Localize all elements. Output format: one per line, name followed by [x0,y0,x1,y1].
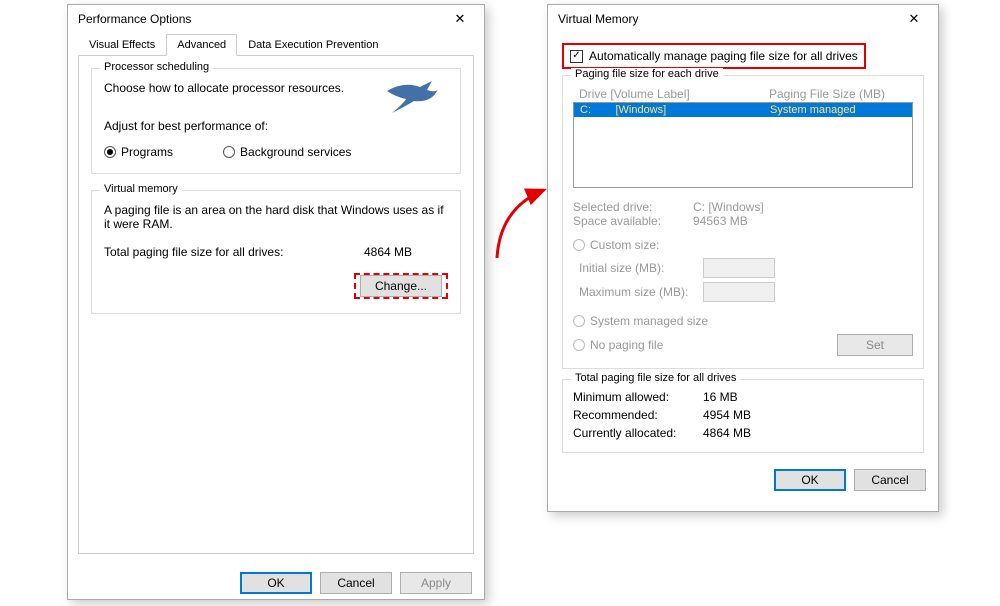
drive-row[interactable]: C: [Windows] System managed [574,103,912,117]
recommended-value: 4954 MB [703,408,751,422]
tab-advanced[interactable]: Advanced [166,34,237,56]
titlebar: Performance Options ✕ [68,5,484,33]
drive-list-header: Drive [Volume Label] Paging File Size (M… [573,86,913,102]
radio-background[interactable]: Background services [223,145,351,159]
custom-size-label: Custom size: [590,238,659,252]
min-allowed-value: 16 MB [703,390,738,404]
total-paging-label: Total paging file size for all drives: [104,245,364,259]
advanced-panel: Processor scheduling Choose how to alloc… [78,56,474,554]
size-cell: System managed [770,104,906,116]
radio-custom-size: Custom size: [573,238,913,252]
selected-drive-value: C: [Windows] [693,200,764,214]
set-button: Set [837,334,913,356]
dialog-buttons: OK Cancel Apply [68,564,484,606]
header-size: Paging File Size (MB) [769,87,907,101]
system-managed-label: System managed size [590,314,708,328]
radio-dot-icon [223,146,235,158]
total-paging-value: 4864 MB [364,245,412,259]
dialog-title: Virtual Memory [558,12,638,26]
drive-list[interactable]: C: [Windows] System managed [573,102,913,188]
drive-cell: C: [Windows] [580,104,770,116]
radio-dot-icon [104,146,116,158]
auto-manage-checkbox[interactable] [570,50,583,63]
bird-logo-icon [382,73,442,117]
no-paging-label: No paging file [590,338,663,352]
radio-dot-icon [573,315,585,327]
group-title: Paging file size for each drive [571,68,723,80]
ok-button[interactable]: OK [774,469,846,491]
tab-visual-effects[interactable]: Visual Effects [78,34,166,56]
recommended-label: Recommended: [573,408,703,422]
initial-size-input [703,258,775,278]
group-title: Processor scheduling [100,61,213,73]
virtual-memory-dialog: Virtual Memory ✕ Automatically manage pa… [547,4,939,512]
highlight-change: Change... [354,273,448,299]
tabstrip: Visual Effects Advanced Data Execution P… [78,33,474,56]
group-title: Total paging file size for all drives [571,372,740,384]
virtual-memory-group: Virtual memory A paging file is an area … [91,190,461,314]
titlebar: Virtual Memory ✕ [548,5,938,33]
selected-drive-label: Selected drive: [573,200,693,214]
total-paging-group: Total paging file size for all drives Mi… [562,379,924,453]
radio-programs-label: Programs [121,145,173,159]
cancel-button[interactable]: Cancel [854,469,926,491]
radio-system-managed: System managed size [573,314,913,328]
close-icon[interactable]: ✕ [444,11,476,27]
dialog-buttons: OK Cancel [548,461,938,503]
space-available-label: Space available: [573,214,693,228]
close-icon[interactable]: ✕ [898,11,930,27]
auto-manage-label: Automatically manage paging file size fo… [589,49,858,63]
ok-button[interactable]: OK [240,572,312,594]
adjust-label: Adjust for best performance of: [104,119,448,133]
space-available-value: 94563 MB [693,214,748,228]
apply-button: Apply [400,572,472,594]
group-title: Virtual memory [100,183,182,195]
radio-dot-icon [573,339,585,351]
performance-options-dialog: Performance Options ✕ Visual Effects Adv… [67,4,485,600]
processor-scheduling-group: Processor scheduling Choose how to alloc… [91,68,461,174]
change-button[interactable]: Change... [360,275,442,297]
dialog-title: Performance Options [78,12,191,26]
vm-desc: A paging file is an area on the hard dis… [104,203,444,231]
cancel-button[interactable]: Cancel [320,572,392,594]
currently-allocated-label: Currently allocated: [573,426,703,440]
radio-dot-icon [573,239,585,251]
tab-dep[interactable]: Data Execution Prevention [237,34,389,56]
radio-no-paging: No paging file [573,338,837,352]
paging-per-drive-group: Paging file size for each drive Drive [V… [562,75,924,369]
maximum-size-label: Maximum size (MB): [573,285,703,299]
min-allowed-label: Minimum allowed: [573,390,703,404]
header-drive: Drive [Volume Label] [579,87,769,101]
radio-background-label: Background services [240,145,351,159]
initial-size-label: Initial size (MB): [573,261,703,275]
currently-allocated-value: 4864 MB [703,426,751,440]
auto-manage-highlight: Automatically manage paging file size fo… [562,43,866,69]
radio-programs[interactable]: Programs [104,145,173,159]
maximum-size-input [703,282,775,302]
